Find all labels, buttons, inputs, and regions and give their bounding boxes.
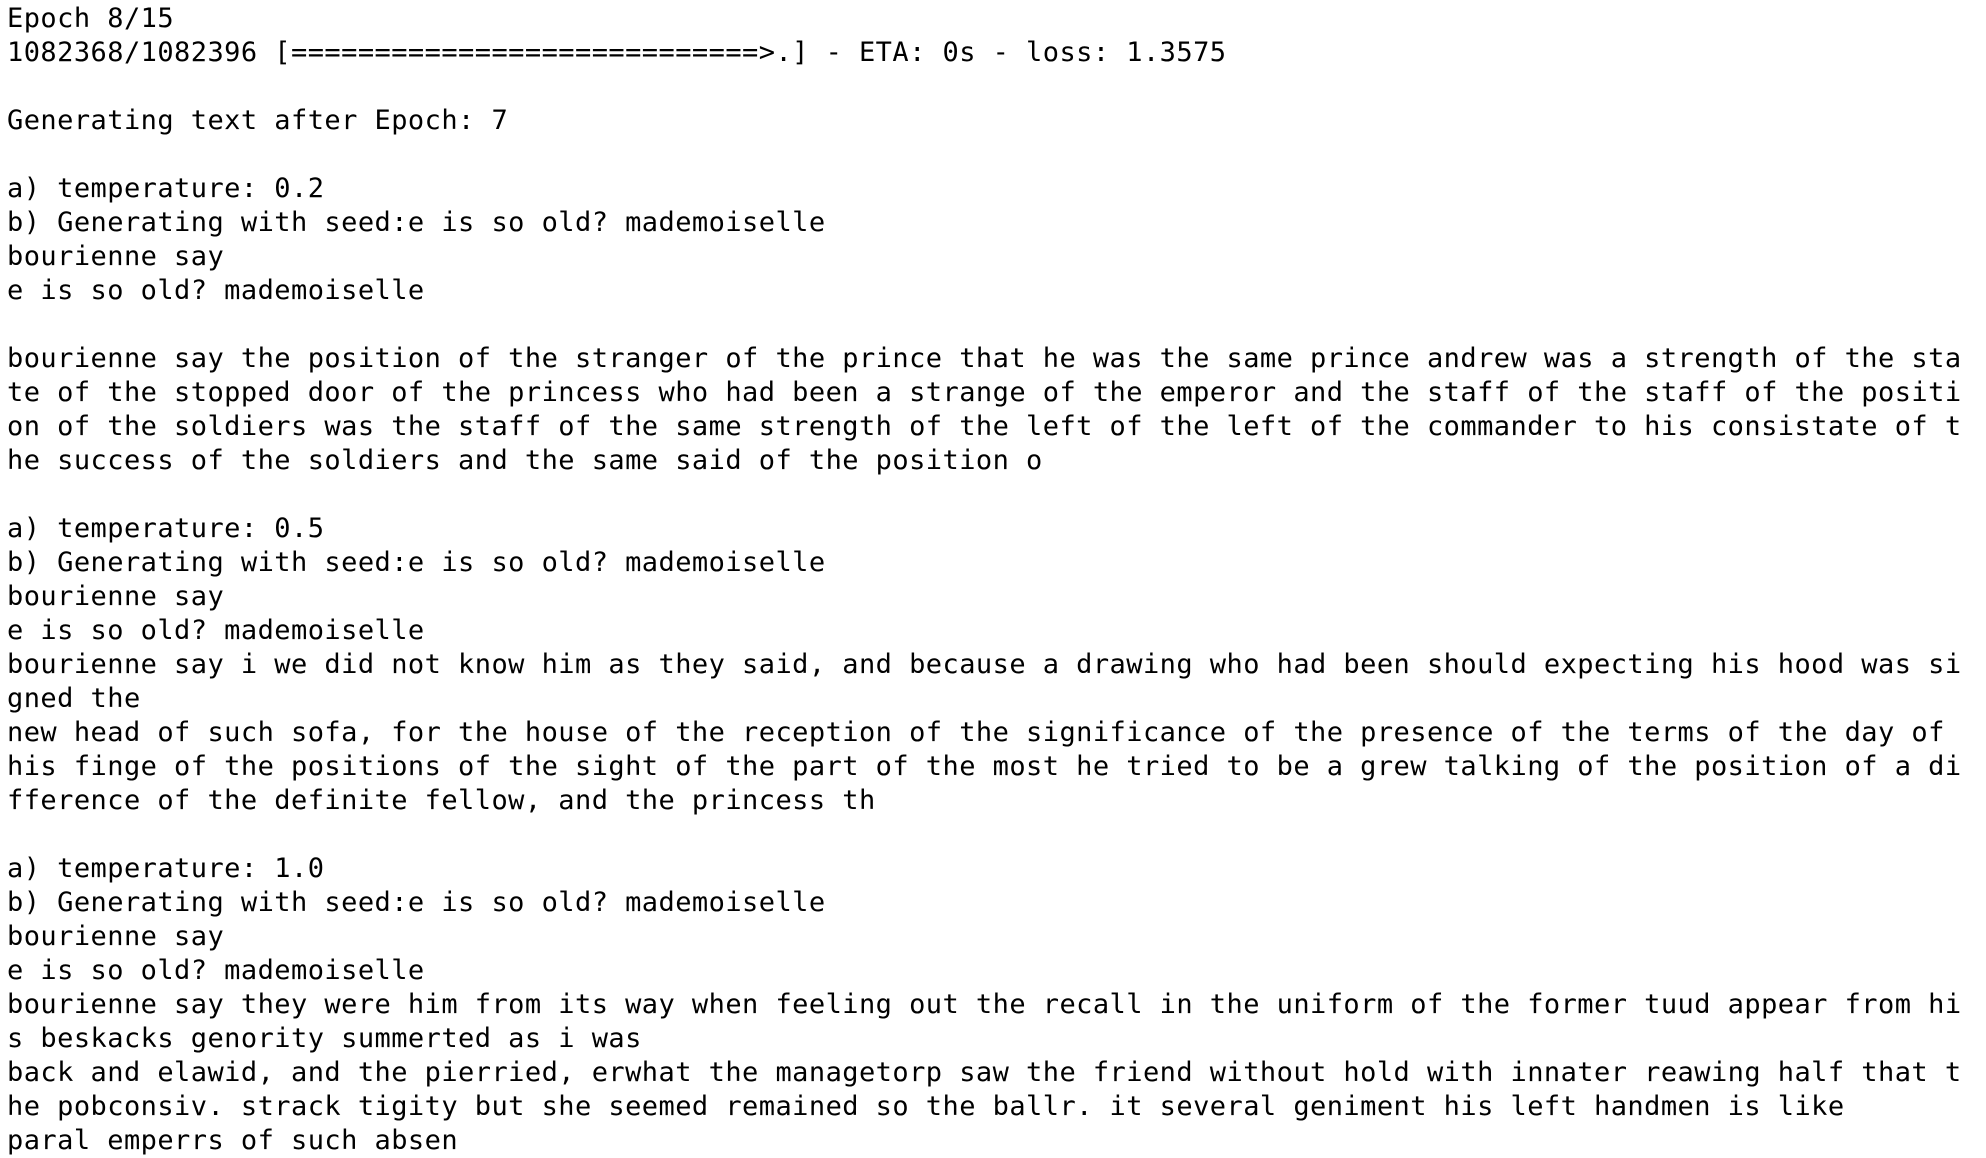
temperature-line: a) temperature: 1.0 bbox=[7, 853, 325, 884]
progress-line: 1082368/1082396 [=======================… bbox=[7, 37, 1227, 68]
seed-echo-line: e is so old? mademoiselle bbox=[7, 955, 425, 986]
seed-line: b) Generating with seed:e is so old? mad… bbox=[7, 207, 826, 238]
seed-echo-line: e is so old? mademoiselle bbox=[7, 275, 425, 306]
generated-text-line: his finge of the positions of the sight … bbox=[7, 751, 1962, 782]
generated-text-line: paral emperrs of such absen bbox=[7, 1125, 459, 1156]
generated-text-line: te of the stopped door of the princess w… bbox=[7, 377, 1962, 408]
generated-text-line: he pobconsiv. strack tigity but she seem… bbox=[7, 1091, 1845, 1122]
generated-text-line: s beskacks genority summerted as i was bbox=[7, 1023, 642, 1054]
seed-line-cont: bourienne say bbox=[7, 581, 225, 612]
seed-line-cont: bourienne say bbox=[7, 921, 225, 952]
generated-text-line: fference of the definite fellow, and the… bbox=[7, 785, 876, 816]
generating-header: Generating text after Epoch: 7 bbox=[7, 105, 509, 136]
seed-line: b) Generating with seed:e is so old? mad… bbox=[7, 887, 826, 918]
generated-text-line: on of the soldiers was the staff of the … bbox=[7, 411, 1962, 442]
seed-echo-line: e is so old? mademoiselle bbox=[7, 615, 425, 646]
generated-text-line: he success of the soldiers and the same … bbox=[7, 445, 1043, 476]
generated-text-line: bourienne say they were him from its way… bbox=[7, 989, 1962, 1020]
seed-line: b) Generating with seed:e is so old? mad… bbox=[7, 547, 826, 578]
generated-text-line: new head of such sofa, for the house of … bbox=[7, 717, 1945, 748]
generated-text-line: gned the bbox=[7, 683, 141, 714]
temperature-line: a) temperature: 0.5 bbox=[7, 513, 325, 544]
terminal-output[interactable]: Epoch 8/15 1082368/1082396 [============… bbox=[0, 0, 1986, 1156]
generated-text-line: back and elawid, and the pierried, erwha… bbox=[7, 1057, 1962, 1088]
seed-line-cont: bourienne say bbox=[7, 241, 225, 272]
epoch-header: Epoch 8/15 bbox=[7, 3, 175, 34]
generated-text-line: bourienne say the position of the strang… bbox=[7, 343, 1962, 374]
temperature-line: a) temperature: 0.2 bbox=[7, 173, 325, 204]
generated-text-line: bourienne say i we did not know him as t… bbox=[7, 649, 1962, 680]
